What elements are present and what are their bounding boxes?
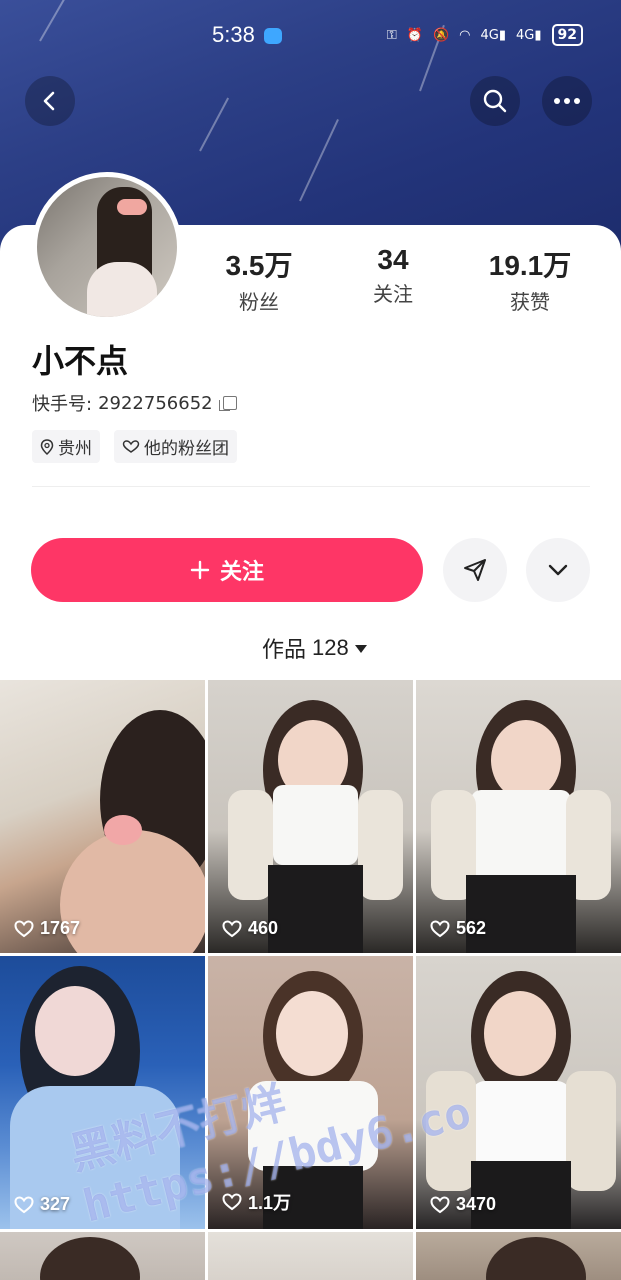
heart-icon	[14, 919, 34, 937]
work-tile[interactable]: 3470	[416, 956, 621, 1229]
stat-followers[interactable]: 3.5万 粉丝	[222, 244, 296, 315]
work-tile[interactable]: 327	[0, 956, 205, 1229]
signal-icon-1: 4G▮	[480, 27, 506, 43]
tab-works[interactable]: 作品 128	[262, 632, 367, 664]
key-icon: ⚿	[386, 27, 397, 43]
tag-label: 贵州	[58, 439, 92, 459]
search-icon	[483, 89, 507, 113]
more-button[interactable]	[542, 76, 592, 126]
caret-down-icon	[354, 645, 367, 653]
stat-following[interactable]: 34 关注	[362, 244, 424, 307]
likes-count: 1767	[14, 918, 80, 939]
tab-count: 128	[312, 635, 349, 660]
paper-plane-icon	[464, 559, 486, 581]
tab-label: 作品	[262, 638, 307, 663]
heart-icon	[222, 1193, 242, 1211]
chevron-left-icon	[43, 91, 55, 111]
profile-tags: 贵州 他的粉丝团	[32, 430, 237, 463]
send-message-button[interactable]	[443, 538, 507, 602]
work-tile[interactable]: 562	[416, 680, 621, 953]
work-tile[interactable]	[416, 1232, 621, 1280]
avatar[interactable]	[32, 172, 182, 322]
profile-name: 小不点	[32, 342, 129, 380]
more-dots-icon	[554, 98, 580, 104]
user-id-value: 2922756652	[98, 392, 213, 414]
status-bar: 5:38 ⚿ ⏰ 🔕 ◠ 4G▮ 4G▮ 92	[0, 20, 621, 54]
tag-location[interactable]: 贵州	[32, 430, 100, 463]
stat-likes[interactable]: 19.1万 获赞	[484, 244, 576, 315]
alarm-icon: ⏰	[406, 27, 423, 43]
stat-label: 获赞	[510, 290, 550, 314]
tag-fan-club[interactable]: 他的粉丝团	[114, 430, 237, 463]
heart-icon	[430, 919, 450, 937]
expand-button[interactable]	[526, 538, 590, 602]
copy-icon[interactable]	[218, 396, 237, 411]
work-tile[interactable]	[0, 1232, 205, 1280]
stat-number: 34	[377, 244, 409, 275]
user-id-row: 快手号: 2922756652	[32, 390, 237, 416]
work-tile[interactable]: 1767	[0, 680, 205, 953]
plus-icon	[190, 560, 210, 580]
divider	[32, 486, 590, 487]
heart-icon	[222, 919, 242, 937]
stat-label: 粉丝	[239, 290, 279, 314]
wifi-icon: ◠	[459, 27, 471, 43]
likes-count: 327	[14, 1194, 70, 1215]
heart-outline-icon	[122, 439, 140, 453]
battery-indicator: 92	[551, 24, 583, 46]
work-tile[interactable]	[208, 1232, 413, 1280]
work-tile[interactable]: 1.1万	[208, 956, 413, 1229]
search-button[interactable]	[470, 76, 520, 126]
location-pin-icon	[40, 438, 54, 455]
status-time: 5:38	[212, 22, 255, 47]
message-notification-icon	[264, 28, 282, 44]
stat-number: 19.1万	[488, 250, 572, 281]
stat-number: 3.5万	[225, 250, 293, 281]
follow-label: 关注	[219, 560, 264, 585]
heart-icon	[14, 1195, 34, 1213]
work-tile[interactable]: 460	[208, 680, 413, 953]
back-button[interactable]	[25, 76, 75, 126]
likes-count: 460	[222, 918, 278, 939]
signal-icon-2: 4G▮	[516, 27, 542, 43]
stat-label: 关注	[373, 282, 413, 306]
follow-button[interactable]: 关注	[31, 538, 423, 602]
likes-count: 562	[430, 918, 486, 939]
user-id-label: 快手号:	[32, 394, 93, 415]
likes-count: 3470	[430, 1194, 496, 1215]
heart-icon	[430, 1195, 450, 1213]
chevron-down-icon	[548, 564, 568, 576]
mute-icon: 🔕	[432, 27, 450, 43]
likes-count: 1.1万	[222, 1189, 291, 1215]
tag-label: 他的粉丝团	[144, 439, 229, 459]
